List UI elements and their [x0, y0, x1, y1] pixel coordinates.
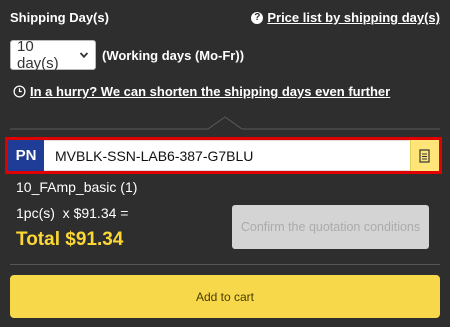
total-price: Total $91.34 — [16, 229, 124, 250]
copy-button[interactable] — [410, 140, 439, 171]
chevron-down-icon — [79, 52, 89, 59]
hurry-row: In a hurry? We can shorten the shipping … — [13, 84, 390, 99]
working-days-note: (Working days (Mo-Fr)) — [102, 47, 245, 63]
part-number-box: PN MVBLK-SSN-LAB6-387-G7BLU — [5, 137, 442, 174]
quantity-price-line: 1pc(s) x $91.34 = — [16, 205, 129, 221]
add-to-cart-button[interactable]: Add to cart — [10, 275, 440, 318]
shipping-days-selected: 10 day(s) — [17, 38, 59, 72]
price-list-link-wrap[interactable]: ? Price list by shipping day(s) — [251, 10, 440, 25]
product-model: 10_FAmp_basic (1) — [16, 179, 138, 195]
shipping-days-label: Shipping Day(s) — [10, 10, 109, 25]
clock-icon — [13, 85, 26, 98]
section-divider — [10, 116, 440, 130]
copy-icon — [419, 148, 430, 163]
shipping-header: Shipping Day(s) ? Price list by shipping… — [10, 10, 440, 25]
hurry-link[interactable]: In a hurry? We can shorten the shipping … — [30, 84, 390, 99]
confirm-quotation-button[interactable]: Confirm the quotation conditions — [232, 205, 429, 249]
shipping-days-select[interactable]: 10 day(s) — [10, 38, 96, 72]
question-icon: ? — [251, 11, 264, 24]
part-number-code: MVBLK-SSN-LAB6-387-G7BLU — [44, 140, 410, 171]
divider — [10, 264, 440, 265]
price-list-link[interactable]: Price list by shipping day(s) — [267, 10, 440, 25]
pn-tag: PN — [8, 140, 44, 171]
shipping-days-row: 10 day(s) (Working days (Mo-Fr)) — [10, 38, 245, 72]
